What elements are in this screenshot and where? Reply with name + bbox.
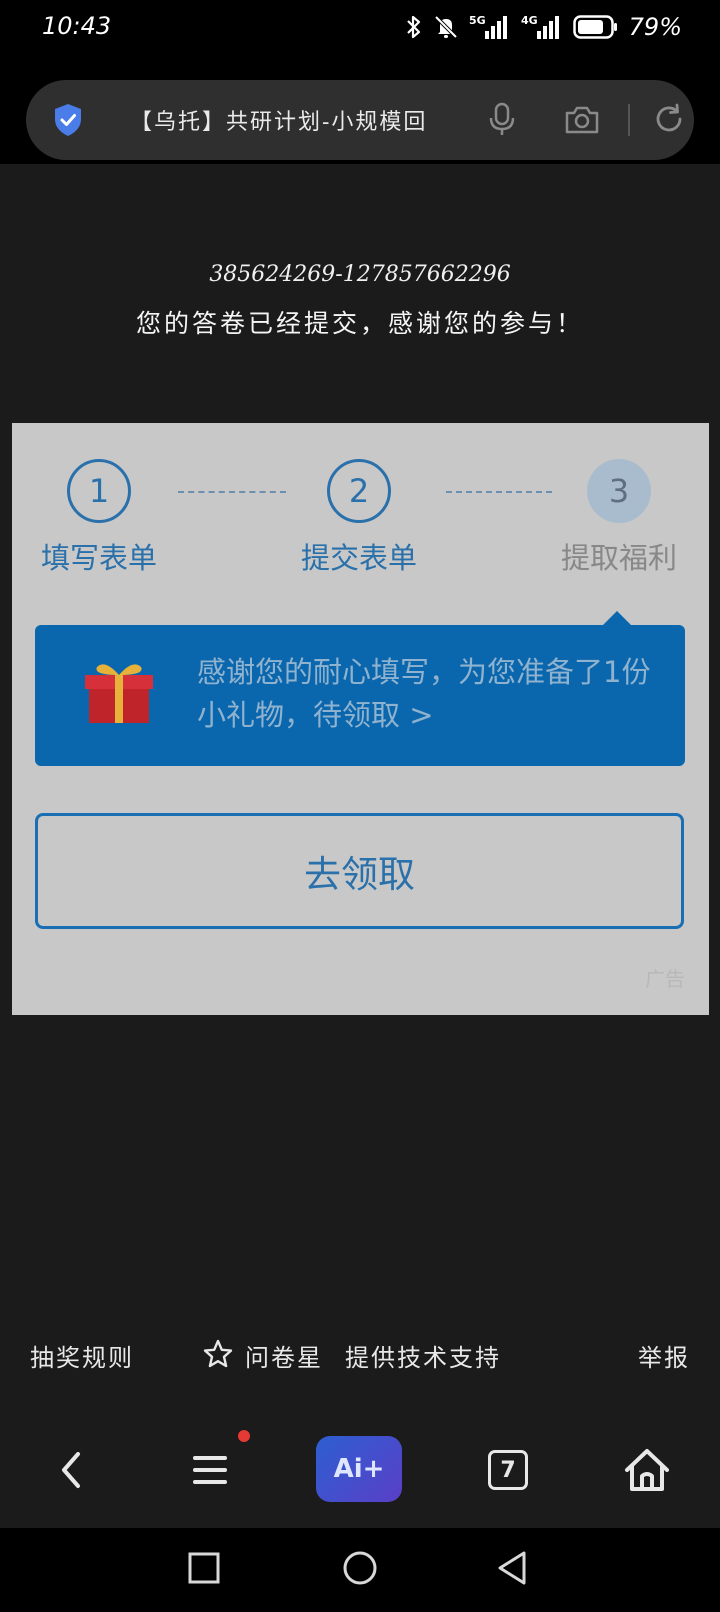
signal-5g-icon: 5G [469,13,511,41]
refresh-icon[interactable] [652,102,686,140]
gift-banner-pointer [603,611,631,625]
address-bar[interactable]: 【乌托】共研计划-小规模回 [26,80,694,160]
back-button[interactable] [52,1442,92,1502]
network-4g-label: 4G [521,14,538,27]
report-link[interactable]: 举报 [638,1338,690,1373]
step-2: 2 提交表单 [279,459,439,577]
step-1-number: 1 [67,459,131,523]
step-1-label: 填写表单 [40,541,157,575]
step-3: 3 提取福利 [539,459,699,577]
step-connector-1 [178,491,286,493]
mic-icon[interactable] [488,102,516,142]
system-nav-bar [0,1528,720,1612]
status-time: 10:43 [42,12,112,40]
ad-label: 广告 [645,967,685,991]
status-bar: 10:43 5G 4G 79% [0,0,720,56]
status-icons: 5G 4G 79% [405,12,682,42]
home-nav-button[interactable] [340,1548,380,1592]
tabs-button[interactable]: 7 [488,1450,528,1490]
home-button[interactable] [622,1442,672,1502]
menu-button[interactable] [190,1442,230,1502]
brand-link[interactable]: 问卷星 [245,1338,323,1373]
back-nav-button[interactable] [494,1548,530,1592]
ai-assistant-button[interactable]: Ai+ [316,1436,402,1502]
signal-4g-icon: 4G [521,13,563,41]
shield-icon[interactable] [52,102,84,142]
address-divider [628,104,630,136]
step-3-label: 提取福利 [560,541,677,575]
address-area: 【乌托】共研计划-小规模回 [0,56,720,164]
gift-icon [83,657,155,729]
gift-banner[interactable]: 感谢您的耐心填写，为您准备了1份小礼物，待领取 > [35,611,685,766]
step-2-label: 提交表单 [300,541,417,575]
address-title[interactable]: 【乌托】共研计划-小规模回 [130,104,480,136]
gift-message[interactable]: 感谢您的耐心填写，为您准备了1份小礼物，待领取 > [197,651,657,737]
menu-notification-dot [238,1430,250,1442]
bluetooth-icon [405,14,423,40]
battery-icon [572,14,619,40]
star-icon [202,1338,234,1376]
battery-percent: 79% [628,13,682,41]
camera-icon[interactable] [564,104,600,140]
step-3-number: 3 [587,459,651,523]
tech-support-text: 提供技术支持 [345,1344,501,1372]
submission-id: 385624269-127857662296 [209,262,511,287]
footer-links: 抽奖规则 问卷星 提供技术支持 举报 [0,1334,720,1374]
promo-panel: 1 填写表单 2 提交表单 3 提取福利 感谢您的耐心填写，为您准备了1份小礼物… [12,423,709,1015]
step-1: 1 填写表单 [19,459,179,577]
recents-button[interactable] [186,1548,222,1592]
lottery-rules-link[interactable]: 抽奖规则 [30,1338,134,1373]
mute-icon [433,14,459,40]
network-5g-label: 5G [469,14,486,27]
step-2-number: 2 [327,459,391,523]
browser-toolbar: Ai+ 7 [0,1418,720,1528]
step-connector-2 [446,491,552,493]
claim-button[interactable]: 去领取 [35,813,684,929]
submission-message: 您的答卷已经提交，感谢您的参与！ [135,309,584,338]
